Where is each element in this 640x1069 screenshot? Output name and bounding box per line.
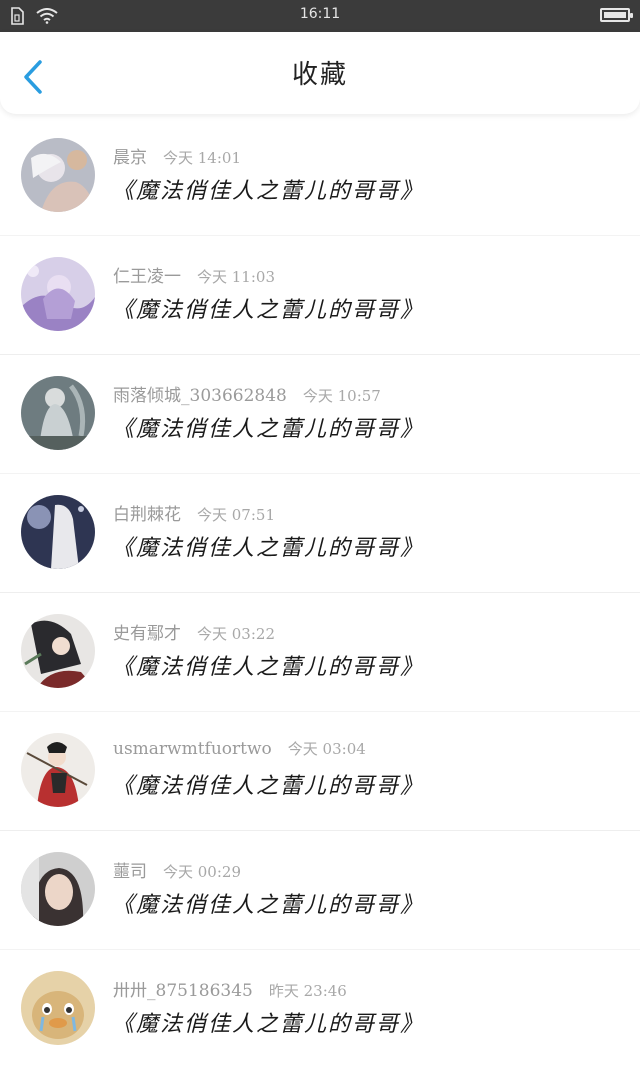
list-item[interactable]: 白荆棘花 今天 07:51 《魔法俏佳人之蕾儿的哥哥》 (0, 474, 640, 593)
avatar[interactable] (21, 733, 95, 807)
favorites-list: 晨京 今天 14:01 《魔法俏佳人之蕾儿的哥哥》 仁王凌一 今天 11:03 … (0, 117, 640, 1069)
list-item[interactable]: 晨京 今天 14:01 《魔法俏佳人之蕾儿的哥哥》 (0, 117, 640, 236)
list-item[interactable]: 雨落倾城_303662848 今天 10:57 《魔法俏佳人之蕾儿的哥哥》 (0, 355, 640, 474)
username[interactable]: 白荆棘花 (113, 500, 181, 525)
book-title[interactable]: 《魔法俏佳人之蕾儿的哥哥》 (112, 173, 424, 205)
avatar[interactable] (21, 138, 95, 212)
timestamp: 今天 03:04 (287, 740, 366, 758)
page-title: 收藏 (291, 60, 348, 90)
book-title[interactable]: 《魔法俏佳人之蕾儿的哥哥》 (112, 1006, 424, 1038)
username[interactable]: 仁王凌一 (113, 262, 181, 287)
avatar[interactable] (21, 257, 95, 331)
avatar[interactable] (21, 495, 95, 569)
avatar[interactable] (21, 852, 95, 926)
username[interactable]: usmarwmtfuortwo (113, 739, 272, 759)
timestamp: 今天 00:29 (163, 863, 241, 881)
username[interactable]: 雨落倾城_303662848 (113, 381, 287, 406)
username[interactable]: 蘁司 (113, 857, 147, 882)
book-title[interactable]: 《魔法俏佳人之蕾儿的哥哥》 (112, 411, 424, 443)
timestamp: 今天 14:01 (163, 149, 241, 167)
list-item[interactable]: 史有鄢才 今天 03:22 《魔法俏佳人之蕾儿的哥哥》 (0, 593, 640, 712)
list-item[interactable]: 卅卅_875186345 昨天 23:46 《魔法俏佳人之蕾儿的哥哥》 (0, 950, 640, 1069)
timestamp: 今天 11:03 (197, 268, 275, 286)
username[interactable]: 史有鄢才 (113, 619, 181, 644)
status-bar: 16:11 (0, 0, 640, 32)
avatar[interactable] (21, 376, 95, 450)
timestamp: 今天 03:22 (197, 625, 275, 643)
avatar[interactable] (21, 614, 95, 688)
status-time: 16:11 (299, 6, 341, 22)
username[interactable]: 卅卅_875186345 (113, 976, 253, 1001)
avatar[interactable] (21, 971, 95, 1045)
timestamp: 今天 07:51 (197, 506, 275, 524)
battery-icon (600, 8, 633, 22)
list-item[interactable]: 蘁司 今天 00:29 《魔法俏佳人之蕾儿的哥哥》 (0, 831, 640, 950)
timestamp: 昨天 23:46 (268, 982, 347, 1000)
username[interactable]: 晨京 (113, 143, 147, 168)
book-title[interactable]: 《魔法俏佳人之蕾儿的哥哥》 (112, 649, 424, 681)
list-item[interactable]: usmarwmtfuortwo 今天 03:04 《魔法俏佳人之蕾儿的哥哥》 (0, 712, 640, 831)
page-header: 收藏 (0, 32, 640, 114)
book-title[interactable]: 《魔法俏佳人之蕾儿的哥哥》 (112, 292, 424, 324)
list-item[interactable]: 仁王凌一 今天 11:03 《魔法俏佳人之蕾儿的哥哥》 (0, 236, 640, 355)
book-title[interactable]: 《魔法俏佳人之蕾儿的哥哥》 (112, 768, 424, 800)
timestamp: 今天 10:57 (302, 387, 381, 405)
book-title[interactable]: 《魔法俏佳人之蕾儿的哥哥》 (112, 530, 424, 562)
book-title[interactable]: 《魔法俏佳人之蕾儿的哥哥》 (112, 887, 424, 919)
